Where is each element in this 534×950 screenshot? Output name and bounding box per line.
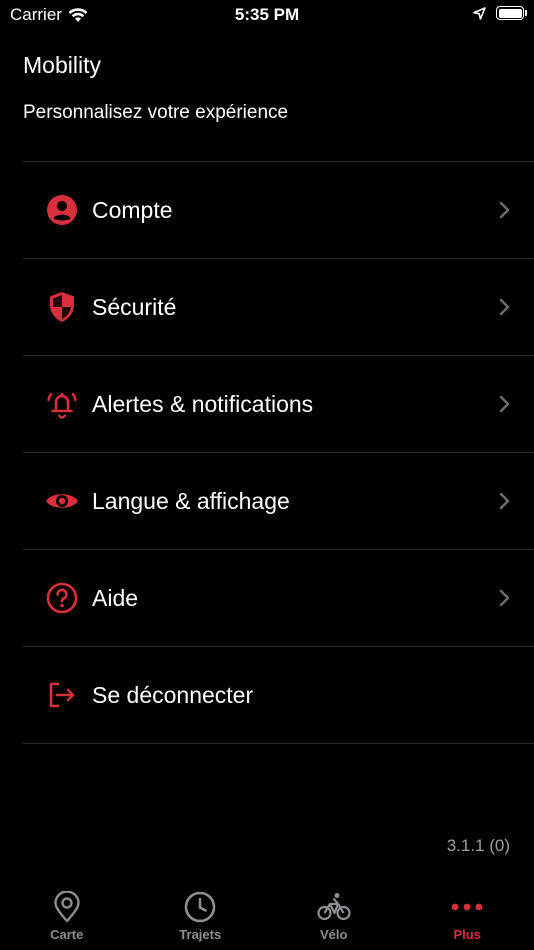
status-right: [473, 6, 527, 20]
tab-carte[interactable]: Carte: [0, 884, 134, 950]
map-pin-icon: [50, 890, 84, 924]
chevron-right-icon: [499, 201, 510, 219]
status-bar: Carrier 5:35 PM: [0, 0, 534, 32]
location-arrow-icon: [473, 6, 486, 20]
tab-velo[interactable]: Vélo: [267, 884, 401, 950]
bicycle-icon: [317, 890, 351, 924]
more-dots-icon: [450, 890, 484, 924]
battery-icon: [496, 6, 527, 20]
chevron-right-icon: [499, 395, 510, 413]
menu-item-se-deconnecter[interactable]: Se déconnecter: [23, 647, 534, 744]
logout-icon: [45, 678, 79, 712]
tab-label: Carte: [50, 927, 84, 942]
tab-bar: Carte Trajets Vélo Plus: [0, 884, 534, 950]
clock-icon: [183, 890, 217, 924]
shield-icon: [45, 290, 79, 324]
menu-item-label: Langue & affichage: [92, 487, 290, 514]
menu-item-label: Se déconnecter: [92, 681, 254, 708]
status-time: 5:35 PM: [234, 5, 300, 24]
menu-item-langue-affichage[interactable]: Langue & affichage: [23, 453, 534, 550]
battery-fill: [498, 8, 522, 18]
chevron-right-icon: [499, 589, 510, 607]
menu-item-label: Aide: [92, 584, 139, 611]
chevron-right-icon: [499, 298, 510, 316]
menu-item-securite[interactable]: Sécurité: [23, 259, 534, 356]
page-subtitle: Personnalisez votre expérience: [23, 102, 289, 123]
menu-item-aide[interactable]: Aide: [23, 550, 534, 647]
user-circle-icon: [45, 193, 79, 227]
menu-item-label: Alertes & notifications: [92, 390, 314, 417]
chevron-right-icon: [499, 492, 510, 510]
tab-trajets[interactable]: Trajets: [134, 884, 268, 950]
app-version: 3.1.1 (0): [446, 836, 510, 855]
tab-label: Vélo: [320, 927, 348, 942]
question-circle-icon: [45, 581, 79, 615]
tab-plus[interactable]: Plus: [401, 884, 534, 950]
menu-item-compte[interactable]: Compte: [23, 162, 534, 259]
tab-label: Trajets: [179, 927, 222, 942]
menu-item-label: Compte: [92, 196, 173, 223]
tab-label: Plus: [453, 927, 481, 942]
bell-ringing-icon: [45, 387, 79, 421]
page-title: Mobility: [23, 52, 101, 78]
eye-icon: [45, 484, 79, 518]
menu-item-alertes-notifications[interactable]: Alertes & notifications: [23, 356, 534, 453]
settings-menu: Compte Sécurité Alertes & notifications …: [23, 161, 534, 744]
menu-item-label: Sécurité: [92, 293, 177, 320]
